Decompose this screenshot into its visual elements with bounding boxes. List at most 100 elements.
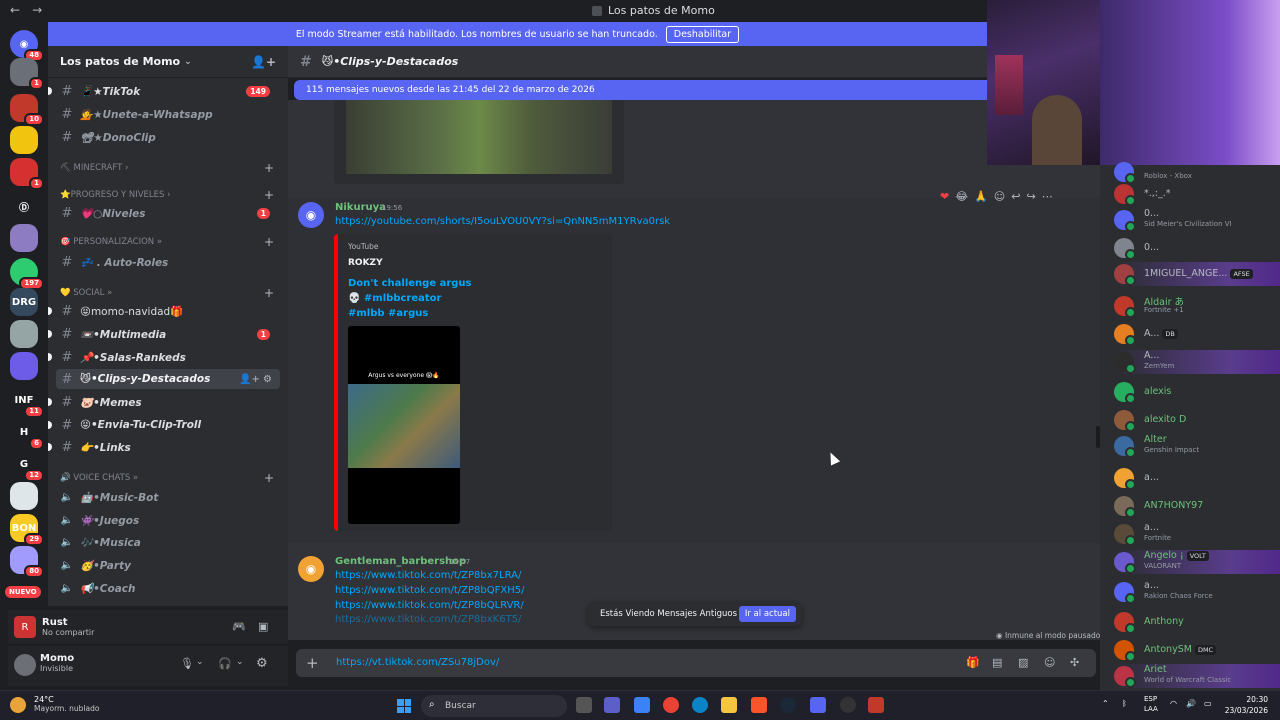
voice-channel[interactable]: 🔈 🎶•Musica bbox=[56, 532, 280, 552]
new-messages-bar[interactable]: 115 mensajes nuevos desde las 21:45 del … bbox=[294, 80, 994, 100]
avatar[interactable] bbox=[14, 654, 36, 676]
rust-taskbar-icon[interactable] bbox=[868, 697, 884, 713]
channel-category[interactable]: 🔊 VOICE CHATS » + bbox=[60, 471, 280, 485]
microphone-icon[interactable]: 🎙 bbox=[180, 657, 194, 670]
task-view-icon[interactable] bbox=[576, 697, 592, 713]
embed-provider[interactable]: YouTube bbox=[348, 242, 379, 251]
message-link[interactable]: https://youtube.com/shorts/I5ouLVOU0VY?s… bbox=[335, 216, 670, 227]
server-icon[interactable]: INF 11 bbox=[10, 386, 44, 418]
chevron-down-icon[interactable]: ⌄ bbox=[236, 657, 244, 667]
message-link[interactable]: https://www.tiktok.com/t/ZP8bQLRVR/ bbox=[335, 600, 524, 611]
member-item[interactable]: Angelo ¡ VOLT VALORANT bbox=[1114, 550, 1280, 574]
text-channel[interactable]: # 📼•Multimedia 1 bbox=[48, 324, 280, 344]
server-icon[interactable]: DRG bbox=[10, 288, 38, 316]
member-item[interactable]: alexito D bbox=[1114, 408, 1280, 432]
windows-start-icon[interactable] bbox=[397, 699, 411, 713]
more-icon[interactable]: ⋯ bbox=[1042, 190, 1053, 203]
gear-icon[interactable]: ⚙ bbox=[256, 656, 268, 671]
member-item[interactable]: Roblox - Xbox bbox=[1114, 160, 1280, 184]
forward-icon[interactable]: ↪ bbox=[1026, 190, 1035, 203]
voice-channel[interactable]: 🔈 🥳•Party bbox=[56, 555, 280, 575]
embed-video[interactable]: Argus vs everyone 😱🔥 bbox=[348, 326, 460, 524]
text-channel[interactable]: # 💤 . Auto-Roles bbox=[56, 252, 280, 272]
message-author[interactable]: Gentleman_barbershop bbox=[335, 556, 466, 567]
member-item[interactable]: 1MIGUEL_ANGE... AFSE bbox=[1114, 262, 1280, 286]
arrow-left-icon[interactable]: ← bbox=[10, 3, 20, 17]
text-channel[interactable]: # 😝•Envia-Tu-Clip-Troll bbox=[48, 415, 280, 435]
jump-to-present-button[interactable]: Ir al actual bbox=[738, 606, 796, 622]
chrome-icon[interactable] bbox=[663, 697, 679, 713]
file-explorer-icon[interactable] bbox=[721, 697, 737, 713]
add-attachment-icon[interactable]: + bbox=[306, 654, 319, 672]
bluetooth-icon[interactable]: ᛒ bbox=[1122, 699, 1127, 708]
volume-icon[interactable]: 🔊 bbox=[1186, 699, 1196, 708]
text-channel[interactable]: # 👉•Links bbox=[48, 437, 280, 457]
taskbar-search[interactable]: ⌕ Buscar bbox=[421, 695, 567, 717]
member-item[interactable]: a... bbox=[1114, 466, 1280, 490]
message-link[interactable]: https://www.tiktok.com/t/ZP8bQFXH5/ bbox=[335, 585, 524, 596]
add-reaction-icon[interactable]: ☺ bbox=[994, 190, 1005, 203]
weather-widget[interactable]: 24°C Mayorm. nublado bbox=[10, 695, 99, 713]
server-icon[interactable]: 197 bbox=[10, 258, 44, 290]
member-item[interactable]: a... Fortnite bbox=[1114, 522, 1280, 546]
activity-panel[interactable]: R Rust No compartir 🎮 ▣ bbox=[8, 610, 288, 644]
voice-channel[interactable]: 🔈 📢•Coach bbox=[56, 578, 280, 598]
stream-icon[interactable]: ▣ bbox=[258, 620, 268, 633]
voice-channel[interactable]: 🔈 👾•Juegos bbox=[56, 510, 280, 530]
channel-category[interactable]: 🎯 PERSONALIZACION » + bbox=[60, 235, 280, 249]
brave-icon[interactable] bbox=[751, 697, 767, 713]
server-icon[interactable]: BON 29 bbox=[10, 514, 44, 546]
embed-title[interactable]: Don't challenge argus 💀 #mlbbcreator #ml… bbox=[348, 276, 472, 321]
member-item[interactable]: a... Rakion Chaos Force bbox=[1114, 580, 1280, 604]
member-item[interactable]: Anthony bbox=[1114, 610, 1280, 634]
arrow-right-icon[interactable]: → bbox=[32, 3, 42, 17]
channel-settings-icon[interactable]: 👤+ ⚙ bbox=[239, 374, 272, 385]
message-author[interactable]: Nikuruya bbox=[335, 202, 386, 213]
wifi-icon[interactable]: ◠ bbox=[1170, 699, 1177, 708]
member-item[interactable]: AN7HONY97 bbox=[1114, 494, 1280, 518]
disable-streamer-button[interactable]: Deshabilitar bbox=[665, 25, 740, 43]
embed-author[interactable]: ROKZY bbox=[348, 258, 383, 268]
message-input[interactable]: + https://vt.tiktok.com/ZSu78jDov/ 🎁 ▤ ▨… bbox=[296, 649, 1096, 677]
plus-icon[interactable]: + bbox=[264, 161, 274, 175]
heart-reaction-icon[interactable]: ❤ bbox=[940, 190, 949, 203]
server-icon[interactable] bbox=[10, 352, 38, 380]
chevron-down-icon[interactable]: ⌄ bbox=[196, 657, 204, 667]
clock[interactable]: 20:30 23/03/2026 bbox=[1222, 694, 1268, 716]
message-input-value[interactable]: https://vt.tiktok.com/ZSu78jDov/ bbox=[336, 657, 499, 668]
member-item[interactable]: AntonySM DMC bbox=[1114, 638, 1280, 662]
plus-icon[interactable]: + bbox=[264, 286, 274, 300]
text-channel[interactable]: # 💗○Niveles 1 bbox=[56, 203, 280, 223]
server-icon[interactable]: 1 bbox=[10, 58, 44, 90]
gamepad-icon[interactable]: 🎮 bbox=[232, 620, 246, 633]
battery-icon[interactable]: ▭ bbox=[1204, 699, 1212, 708]
text-channel[interactable]: # 😼•Clips-y-Destacados 👤+ ⚙ bbox=[56, 369, 280, 389]
text-channel[interactable]: # 📱★TikTok 149 bbox=[48, 81, 280, 101]
server-icon[interactable]: 1 bbox=[10, 158, 44, 190]
discord-taskbar-icon[interactable] bbox=[810, 697, 826, 713]
member-item[interactable]: Alter Genshin Impact bbox=[1114, 434, 1280, 458]
plus-icon[interactable]: + bbox=[264, 188, 274, 202]
plus-icon[interactable]: + bbox=[264, 471, 274, 485]
server-icon[interactable] bbox=[10, 126, 38, 154]
discord-avatar[interactable]: ◉ bbox=[298, 202, 324, 228]
server-icon[interactable]: Ⓓ bbox=[10, 192, 38, 220]
server-icon[interactable]: H6 bbox=[10, 418, 44, 450]
server-icon[interactable]: G 12 bbox=[10, 450, 44, 482]
chevron-up-icon[interactable]: ⌃ bbox=[1102, 699, 1109, 708]
message-link[interactable]: https://www.tiktok.com/t/ZP8bx7LRA/ bbox=[335, 570, 521, 581]
add-member-icon[interactable]: 👤+ bbox=[251, 55, 276, 69]
server-icon[interactable]: 80 bbox=[10, 546, 44, 578]
pray-reaction-icon[interactable]: 🙏 bbox=[974, 190, 988, 203]
teams-icon[interactable] bbox=[604, 697, 620, 713]
text-channel[interactable]: # 📽★DonoClip bbox=[56, 127, 280, 147]
text-channel[interactable]: # 🐷•Memes bbox=[48, 392, 280, 412]
text-channel[interactable]: # 😝momo-navidad🎁 bbox=[48, 301, 280, 321]
gift-icon[interactable]: 🎁 bbox=[966, 656, 980, 669]
gif-icon[interactable]: ▤ bbox=[992, 656, 1002, 669]
member-item[interactable]: A... ZemYem bbox=[1114, 350, 1280, 374]
server-icon[interactable] bbox=[10, 224, 38, 252]
channel-category[interactable]: 💛 SOCIAL » + bbox=[60, 286, 280, 300]
server-icon[interactable]: 10 bbox=[10, 94, 44, 126]
apps-icon[interactable]: ✣ bbox=[1070, 656, 1079, 669]
